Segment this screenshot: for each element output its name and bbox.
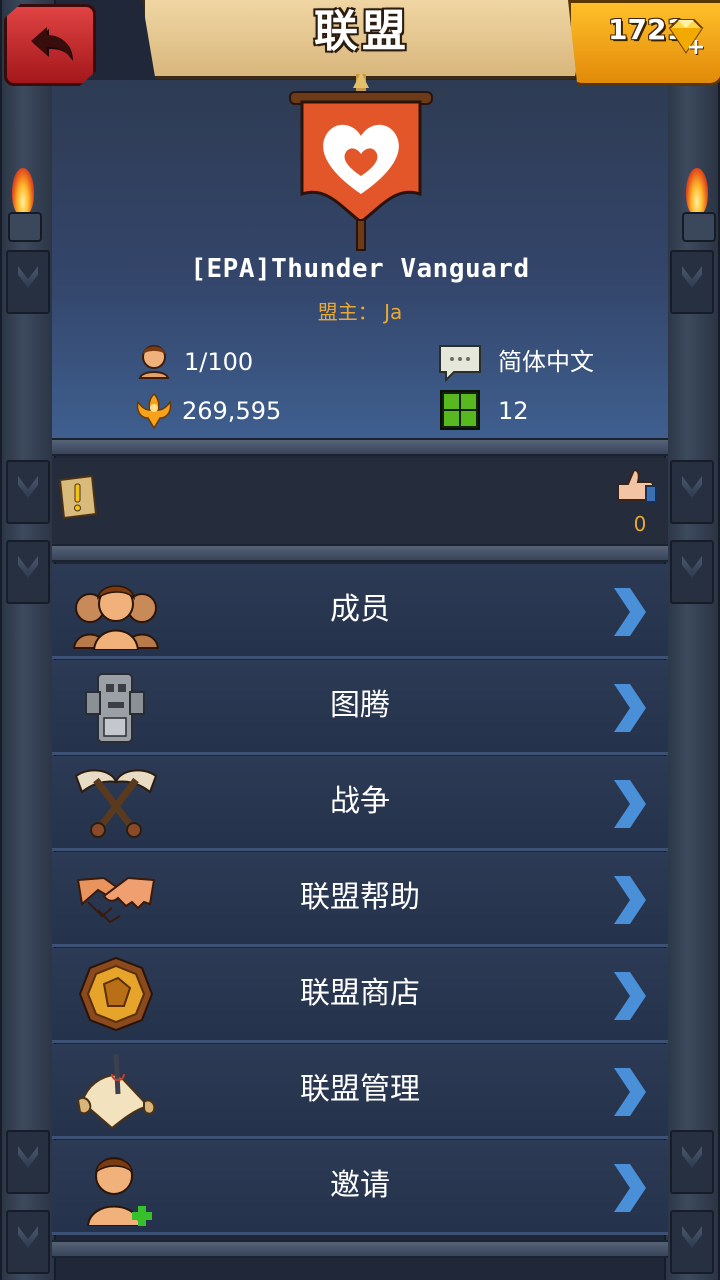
menu-label: 联盟管理 [300,1072,420,1107]
menu-item-alliance-shop[interactable]: 联盟商店 [52,948,668,1043]
menu-label: 联盟商店 [300,976,420,1011]
member-head-icon [138,345,170,379]
alliance-language: 简体中文 [498,348,594,376]
chat-language-icon [439,345,481,383]
alliance-level: 12 [498,397,529,425]
chevron-right-icon [614,972,646,1020]
page-title: 联盟 [314,6,410,57]
chevron-right-icon [614,876,646,924]
phoenix-power-icon [136,392,172,430]
alliance-power: 269,595 [182,397,282,425]
menu-label: 战争 [330,784,390,819]
thumbs-up-icon[interactable] [614,466,658,506]
like-count: 0 [633,512,647,536]
back-arrow-icon [31,27,73,61]
member-count: 1/100 [184,348,254,376]
add-gems-plus-icon[interactable]: + [686,37,706,59]
chevron-right-icon [614,1164,646,1212]
torch-right-icon [680,168,716,242]
alliance-flag-icon [289,74,433,251]
back-button[interactable] [4,4,96,86]
torch-left-icon [6,168,42,242]
chevron-right-icon [614,684,646,732]
chevron-right-icon [614,780,646,828]
alliance-name: [EPA]Thunder Vanguard [190,254,530,284]
menu-item-invite[interactable]: 邀请 [52,1140,668,1235]
menu-label: 邀请 [330,1168,390,1203]
chevron-right-icon [614,588,646,636]
alliance-leader: 盟主： Ja [317,300,403,324]
divider [52,438,668,456]
menu-item-war[interactable]: 战争 [52,756,668,851]
menu-label: 联盟帮助 [300,880,420,915]
menu-item-members[interactable]: 成员 [52,564,668,659]
notice-paper-icon [58,474,98,520]
alliance-level-icon [440,390,480,430]
menu-item-totem[interactable]: 图腾 [52,660,668,755]
divider [52,1240,668,1258]
chevron-right-icon [614,1068,646,1116]
menu-label: 图腾 [330,688,390,723]
menu-item-alliance-management[interactable]: 联盟管理 [52,1044,668,1139]
menu-label: 成员 [330,592,390,627]
divider [52,544,668,562]
announcement-panel[interactable] [52,458,668,544]
menu-item-alliance-help[interactable]: 联盟帮助 [52,852,668,947]
